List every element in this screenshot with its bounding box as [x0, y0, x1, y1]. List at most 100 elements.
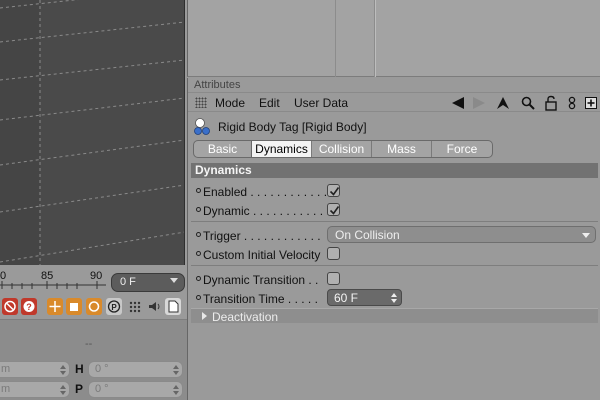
deactivation-group[interactable]: Deactivation: [191, 308, 598, 324]
param-label: Custom Initial Velocity: [203, 248, 321, 262]
param-dynamic: Dynamic . . . . . . . . . . . .: [188, 201, 600, 219]
column-divider: [335, 0, 336, 77]
position-field[interactable]: m: [0, 381, 70, 398]
rigid-body-icon: [193, 117, 213, 137]
object-manager-area[interactable]: [187, 0, 600, 77]
param-label: Transition Time . . . . .: [203, 292, 318, 306]
spinner-icon[interactable]: [391, 293, 397, 303]
transition-time-field[interactable]: 60 F: [327, 289, 402, 306]
tick-label: 90: [90, 270, 103, 282]
sound-icon[interactable]: [146, 298, 162, 315]
viewport-grid: [0, 0, 184, 265]
attributes-panel: Attributes Mode Edit User Data Rigid Bod…: [187, 78, 600, 400]
lock-icon[interactable]: [543, 95, 559, 111]
stop-record-icon[interactable]: [2, 298, 18, 315]
spinner-icon[interactable]: [173, 365, 179, 375]
dynamic-transition-checkbox[interactable]: [327, 272, 340, 285]
param-label: Trigger . . . . . . . . . . . .: [203, 229, 321, 243]
coord-row: m P 0 °: [0, 381, 187, 399]
checkmark-icon: [329, 187, 340, 196]
param-label: Enabled . . . . . . . . . . . .: [203, 185, 328, 199]
attribute-tabs: Basic Dynamics Collision Mass Force: [193, 140, 493, 158]
panel-title: Attributes: [194, 79, 241, 91]
param-enabled: Enabled . . . . . . . . . . . .: [188, 182, 600, 200]
checkmark-icon: [329, 206, 340, 215]
rotation-field[interactable]: 0 °: [88, 381, 183, 398]
scale-icon[interactable]: [66, 298, 82, 315]
animate-dot-icon[interactable]: [196, 232, 201, 237]
tick-label: 85: [41, 270, 54, 282]
axis-label: H: [75, 362, 84, 376]
tab-dynamics[interactable]: Dynamics: [251, 141, 311, 157]
coords-separator: --: [85, 338, 93, 350]
file-icon[interactable]: [165, 298, 181, 315]
animate-dot-icon[interactable]: [196, 207, 201, 212]
deactivation-label: Deactivation: [212, 310, 279, 324]
animate-dot-icon[interactable]: [196, 276, 201, 281]
search-icon[interactable]: [520, 95, 536, 111]
divider: [191, 221, 598, 222]
chevron-right-icon[interactable]: [202, 312, 207, 320]
param-trigger: Trigger . . . . . . . . . . . . On Colli…: [188, 226, 600, 244]
grip-icon[interactable]: [195, 97, 207, 108]
current-frame-field[interactable]: 0 F: [111, 273, 185, 292]
coord-row: m H 0 °: [0, 361, 187, 379]
coordinates-panel: -- m H 0 ° m P 0 °: [0, 320, 187, 400]
up-arrow-icon[interactable]: [495, 95, 511, 111]
spinner-icon[interactable]: [173, 385, 179, 395]
animate-dot-icon[interactable]: [196, 188, 201, 193]
tab-force[interactable]: Force: [431, 141, 492, 157]
menu-mode[interactable]: Mode: [215, 96, 245, 110]
forward-arrow-icon[interactable]: [471, 95, 487, 111]
rotation-field[interactable]: 0 °: [88, 361, 183, 378]
parking-icon[interactable]: P: [106, 298, 122, 315]
dynamic-checkbox[interactable]: [327, 203, 340, 216]
attributes-menu-bar: Mode Edit User Data: [188, 92, 600, 112]
tab-basic[interactable]: Basic: [194, 141, 251, 157]
animate-dot-icon[interactable]: [196, 295, 201, 300]
toolbar-bottom: ? P: [0, 295, 187, 320]
timeline-ruler[interactable]: 0 85 90: [0, 265, 106, 295]
rotation-value: 0 °: [95, 363, 109, 375]
position-unit: m: [1, 363, 11, 375]
param-label: Dynamic Transition . .: [203, 273, 319, 287]
tick-label: 0: [0, 270, 7, 282]
transition-time-value: 60 F: [334, 291, 359, 305]
trigger-value: On Collision: [335, 228, 400, 242]
link-icon[interactable]: [564, 95, 580, 111]
position-unit: m: [1, 383, 11, 395]
back-arrow-icon[interactable]: [450, 95, 466, 111]
menu-user-data[interactable]: User Data: [294, 96, 348, 110]
animate-dot-icon[interactable]: [196, 251, 201, 256]
move-icon[interactable]: [47, 298, 63, 315]
tab-mass[interactable]: Mass: [371, 141, 431, 157]
column-divider: [375, 0, 376, 77]
timeline[interactable]: 0 85 90 0 F: [0, 265, 187, 295]
rotate-icon[interactable]: [86, 298, 102, 315]
grid-dots-icon[interactable]: [127, 298, 143, 315]
new-panel-icon[interactable]: [583, 95, 599, 111]
spinner-icon[interactable]: [60, 385, 66, 395]
divider: [191, 265, 598, 266]
param-dynamic-transition: Dynamic Transition . .: [188, 270, 600, 288]
help-icon[interactable]: ?: [21, 298, 37, 315]
object-header: Rigid Body Tag [Rigid Body]: [188, 114, 600, 138]
tab-collision[interactable]: Collision: [311, 141, 371, 157]
chevron-down-icon: [582, 233, 590, 238]
enabled-checkbox[interactable]: [327, 184, 340, 197]
svg-text:?: ?: [26, 302, 32, 312]
axis-label: P: [75, 382, 84, 396]
param-custom-initial-velocity: Custom Initial Velocity: [188, 245, 600, 263]
param-label: Dynamic . . . . . . . . . . . .: [203, 204, 330, 218]
menu-edit[interactable]: Edit: [259, 96, 280, 110]
rotation-value: 0 °: [95, 383, 109, 395]
object-title: Rigid Body Tag [Rigid Body]: [218, 120, 367, 134]
custom-velocity-checkbox[interactable]: [327, 247, 340, 260]
chevron-down-icon[interactable]: [170, 278, 178, 283]
spinner-icon[interactable]: [60, 365, 66, 375]
svg-text:P: P: [111, 303, 117, 312]
viewport[interactable]: [0, 0, 185, 265]
position-field[interactable]: m: [0, 361, 70, 378]
param-transition-time: Transition Time . . . . . 60 F: [188, 289, 600, 307]
trigger-select[interactable]: On Collision: [327, 226, 596, 243]
